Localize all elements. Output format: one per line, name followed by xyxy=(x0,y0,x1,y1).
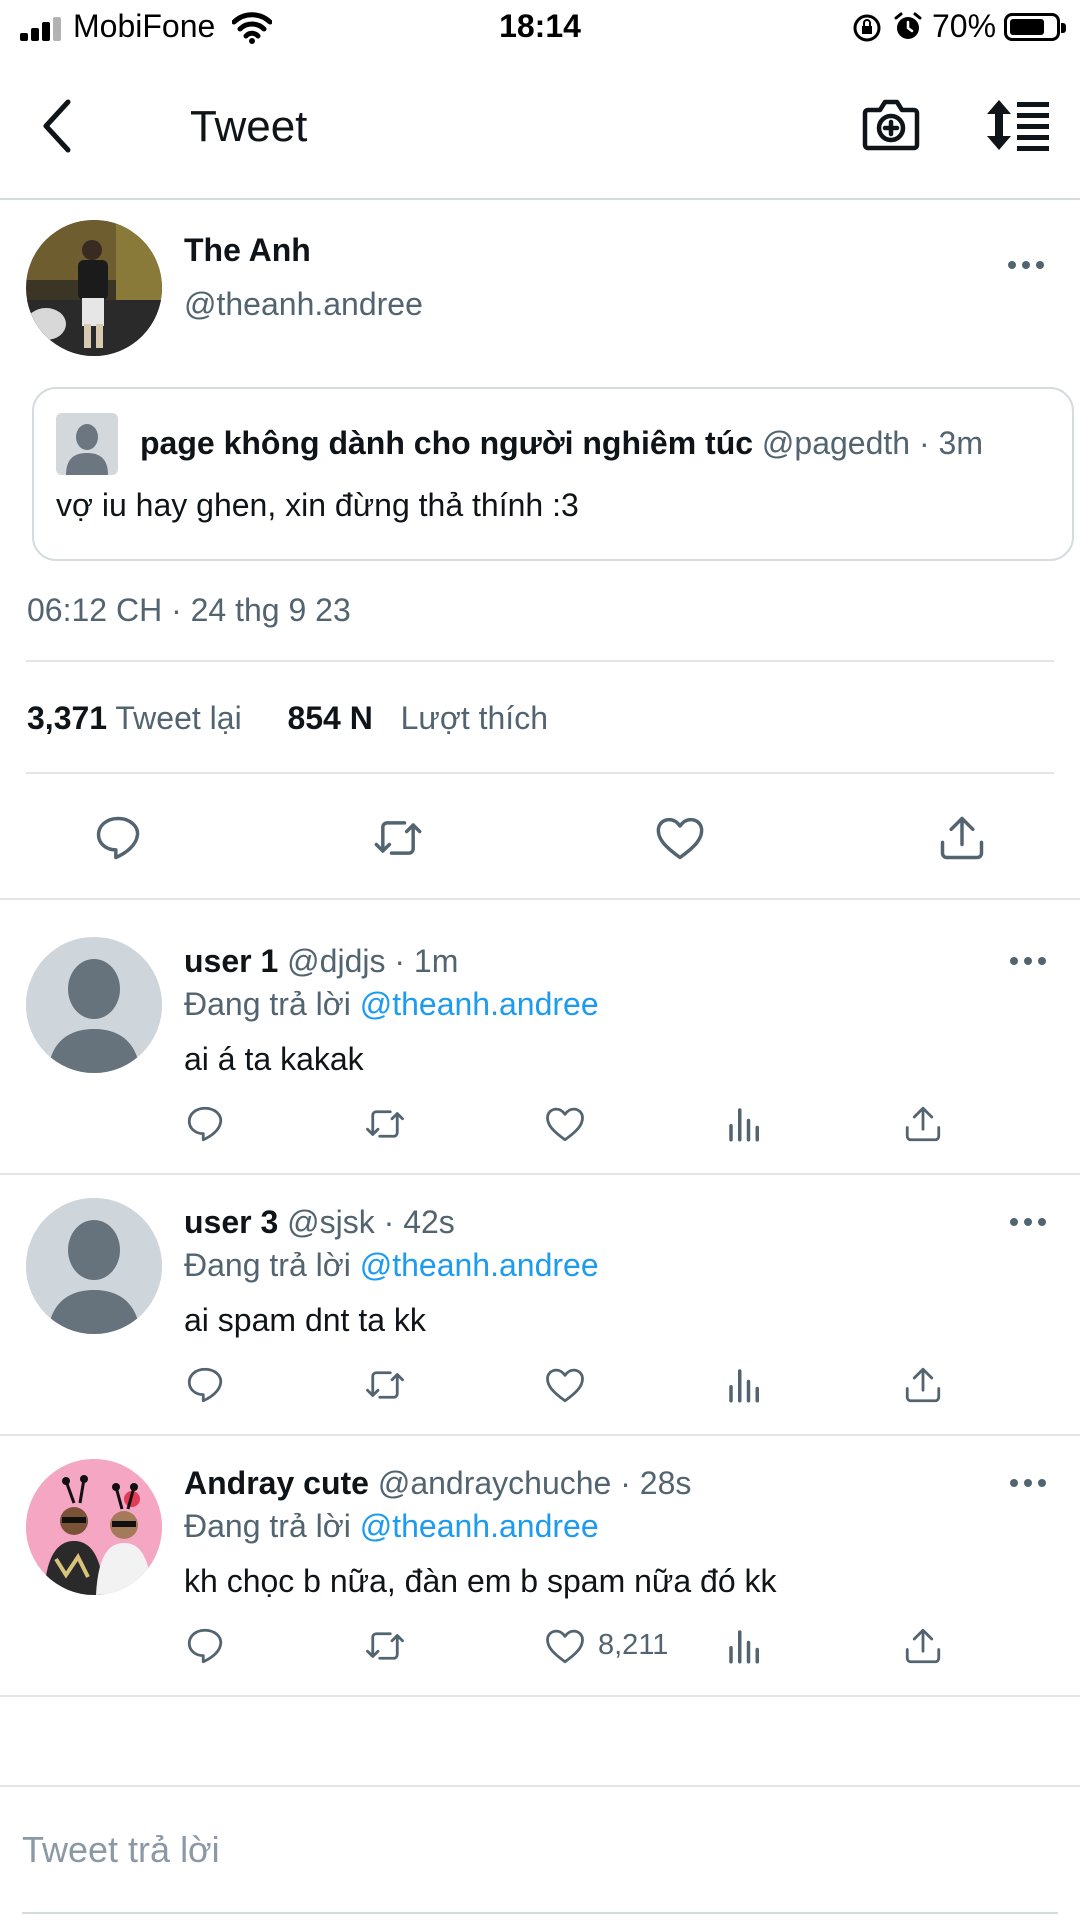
quoted-header: page không dành cho người nghiêm túc @pa… xyxy=(140,425,983,462)
like-heart-icon[interactable] xyxy=(544,1364,586,1406)
share-icon[interactable] xyxy=(936,812,988,864)
reply-icon[interactable] xyxy=(92,812,144,864)
reply-avatar[interactable] xyxy=(26,1459,162,1595)
reply-header: Andray cute @andraychuche · 28s xyxy=(184,1465,691,1502)
reply-compose-bar: Tweet trả lời xyxy=(0,1785,1080,1920)
sort-lines-icon[interactable] xyxy=(985,98,1051,152)
reply-icon[interactable] xyxy=(184,1103,226,1145)
section-divider xyxy=(0,1695,1080,1697)
back-chevron-icon[interactable] xyxy=(36,96,80,156)
input-underline xyxy=(22,1912,1058,1914)
replying-mention[interactable]: @theanh.andree xyxy=(360,1508,599,1544)
analytics-bars-icon[interactable] xyxy=(724,1625,766,1667)
retweet-count[interactable]: 3,371 xyxy=(27,700,107,736)
retweet-label[interactable]: Tweet lại xyxy=(115,700,241,736)
reply-name[interactable]: user 1 xyxy=(184,943,278,979)
more-options-icon[interactable] xyxy=(1008,261,1048,273)
reply-meta[interactable]: @djdjs · 1m xyxy=(287,943,458,979)
quoted-avatar xyxy=(56,413,118,475)
replying-prefix: Đang trả lời xyxy=(184,986,351,1022)
reply-text: kh chọc b nữa, đàn em b spam nữa đó kk xyxy=(184,1563,777,1599)
reply-header: user 1 @djdjs · 1m xyxy=(184,943,458,980)
quoted-tweet[interactable]: page không dành cho người nghiêm túc @pa… xyxy=(32,387,1074,561)
quoted-name: page không dành cho người nghiêm túc xyxy=(140,425,754,461)
share-icon[interactable] xyxy=(902,1625,944,1667)
section-divider xyxy=(0,898,1080,900)
reply-icon[interactable] xyxy=(184,1364,226,1406)
reply-item[interactable]: user 3 @sjsk · 42s Đang trả lời @theanh.… xyxy=(0,1162,1080,1424)
replying-mention[interactable]: @theanh.andree xyxy=(360,986,599,1022)
author-avatar[interactable] xyxy=(26,220,162,356)
share-icon[interactable] xyxy=(902,1364,944,1406)
divider xyxy=(26,772,1054,774)
reply-name[interactable]: Andray cute xyxy=(184,1465,369,1501)
reply-like-count: 8,211 xyxy=(598,1629,669,1661)
reply-avatar[interactable] xyxy=(26,937,162,1073)
share-icon[interactable] xyxy=(902,1103,944,1145)
more-options-icon[interactable] xyxy=(1010,957,1050,969)
replying-to: Đang trả lời @theanh.andree xyxy=(184,1247,599,1284)
reply-meta[interactable]: @sjsk · 42s xyxy=(287,1204,455,1240)
reply-item[interactable]: Andray cute @andraychuche · 28s Đang trả… xyxy=(0,1423,1080,1685)
reply-meta[interactable]: @andraychuche · 28s xyxy=(378,1465,692,1501)
battery-icon xyxy=(1004,13,1066,41)
replying-to: Đang trả lời @theanh.andree xyxy=(184,1508,599,1545)
reply-text: ai á ta kakak xyxy=(184,1041,364,1077)
status-bar: MobiFone 18:14 70% xyxy=(0,0,1080,56)
battery-percent: 70% xyxy=(932,8,997,44)
author-name[interactable]: The Anh xyxy=(184,232,311,269)
replying-prefix: Đang trả lời xyxy=(184,1247,351,1283)
quoted-text: vợ iu hay ghen, xin đừng thả thính :3 xyxy=(56,487,579,523)
replying-mention[interactable]: @theanh.andree xyxy=(360,1247,599,1283)
like-heart-icon[interactable] xyxy=(544,1103,586,1145)
divider xyxy=(26,660,1054,662)
reply-icon[interactable] xyxy=(184,1625,226,1667)
like-heart-icon[interactable] xyxy=(544,1625,586,1667)
more-options-icon[interactable] xyxy=(1010,1218,1050,1230)
analytics-bars-icon[interactable] xyxy=(724,1364,766,1406)
like-label[interactable]: Lượt thích xyxy=(401,700,548,736)
like-heart-icon[interactable] xyxy=(654,812,706,864)
retweet-icon[interactable] xyxy=(364,1103,406,1145)
tweet-timestamp: 06:12 CH · 24 thg 9 23 xyxy=(27,592,351,628)
alarm-icon xyxy=(892,11,924,43)
retweet-icon[interactable] xyxy=(364,1364,406,1406)
page-title: Tweet xyxy=(190,102,308,151)
more-options-icon[interactable] xyxy=(1010,1479,1050,1491)
reply-text: ai spam dnt ta kk xyxy=(184,1302,426,1338)
reply-input[interactable]: Tweet trả lời xyxy=(22,1829,220,1871)
tweet-stats: 3,371 Tweet lại 854 N Lượt thích xyxy=(27,700,548,737)
replying-to: Đang trả lời @theanh.andree xyxy=(184,986,599,1023)
rotation-lock-icon xyxy=(852,13,882,43)
retweet-icon[interactable] xyxy=(372,812,424,864)
analytics-bars-icon[interactable] xyxy=(724,1103,766,1145)
reply-header: user 3 @sjsk · 42s xyxy=(184,1204,455,1241)
quoted-meta: @pagedth · 3m xyxy=(761,425,983,461)
nav-bar: Tweet xyxy=(0,56,1080,200)
retweet-icon[interactable] xyxy=(364,1625,406,1667)
like-count[interactable]: 854 N xyxy=(287,700,372,736)
author-handle[interactable]: @theanh.andree xyxy=(184,286,423,323)
camera-plus-icon[interactable] xyxy=(862,96,920,152)
reply-avatar[interactable] xyxy=(26,1198,162,1334)
reply-item[interactable]: user 1 @djdjs · 1m Đang trả lời @theanh.… xyxy=(0,901,1080,1163)
replying-prefix: Đang trả lời xyxy=(184,1508,351,1544)
reply-name[interactable]: user 3 xyxy=(184,1204,278,1240)
